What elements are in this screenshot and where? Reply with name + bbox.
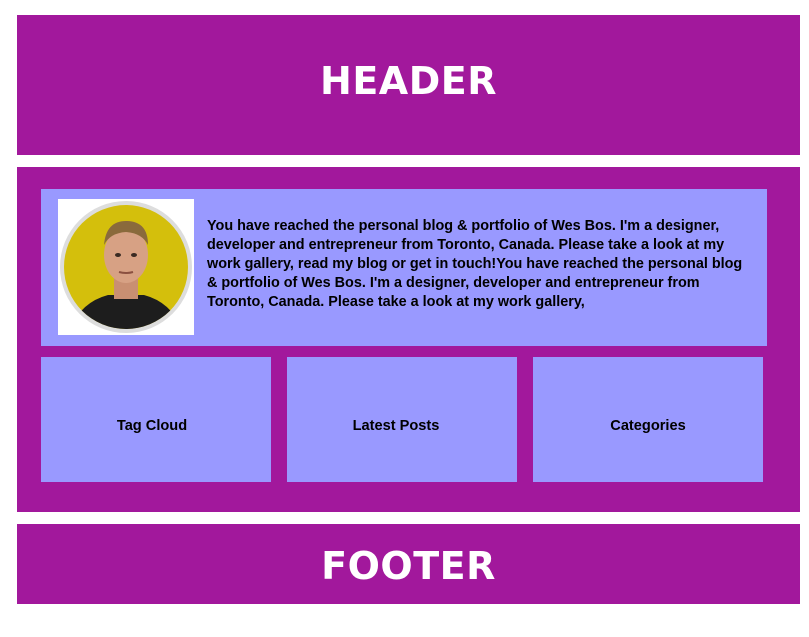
tag-cloud-label: Tag Cloud xyxy=(116,418,188,434)
header-title: HEADER xyxy=(320,59,497,103)
categories-widget: Categories xyxy=(533,357,763,482)
bio-text: You have reached the personal blog & por… xyxy=(207,218,743,310)
intro-panel: You have reached the personal blog & por… xyxy=(41,189,767,346)
latest-posts-label: Latest Posts xyxy=(352,418,440,434)
page-header: HEADER xyxy=(17,15,800,155)
categories-label: Categories xyxy=(610,418,686,434)
avatar-photo xyxy=(60,201,192,333)
page-footer: FOOTER xyxy=(17,524,800,604)
footer-title: FOOTER xyxy=(321,544,496,588)
latest-posts-widget: Latest Posts xyxy=(287,357,517,482)
main-content: You have reached the personal blog & por… xyxy=(17,167,800,512)
avatar xyxy=(58,199,194,335)
tag-cloud-widget: Tag Cloud xyxy=(41,357,271,482)
